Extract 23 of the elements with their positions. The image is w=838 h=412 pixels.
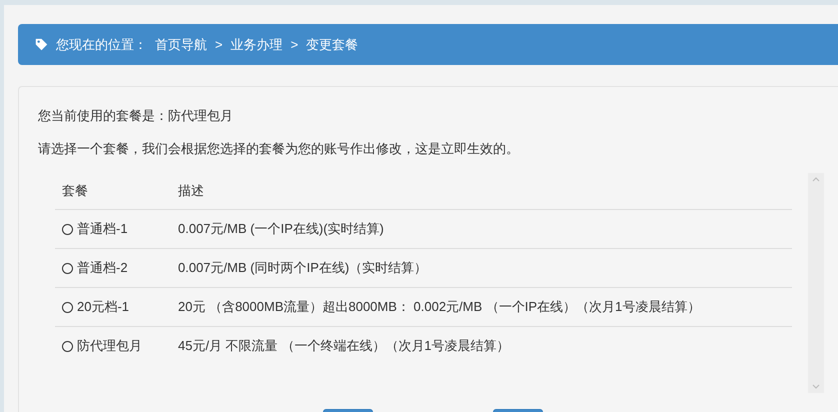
instruction-text: 请选择一个套餐，我们会根据您选择的套餐为您的账号作出修改，这是立即生效的。 <box>38 140 520 158</box>
breadcrumb-link[interactable]: 变更套餐 <box>306 36 358 54</box>
plan-description: 45元/月 不限流量 （一个终端在线）（次月1号凌晨结算） <box>178 337 510 355</box>
column-header: 描述 <box>178 182 204 200</box>
plan-name: 普通档-1 <box>77 220 128 238</box>
radio-button[interactable] <box>62 262 73 274</box>
plan-name: 20元档-1 <box>77 298 130 316</box>
breadcrumb-link[interactable]: 首页导航 <box>155 36 207 54</box>
radio-button[interactable] <box>62 224 73 234</box>
breadcrumb-label: 您现在的位置： <box>56 36 147 54</box>
breadcrumb-link[interactable]: 业务办理 <box>230 36 283 54</box>
radio-button[interactable] <box>62 340 73 352</box>
tag-icon <box>35 38 48 51</box>
breadcrumb-separator: > <box>290 37 298 52</box>
breadcrumb-separator: > <box>215 37 223 52</box>
column-header: 套餐 <box>62 182 88 200</box>
plan-description: 0.007元/MB (同时两个IP在线)（实时结算） <box>178 259 428 277</box>
plan-name: 普通档-2 <box>77 259 128 277</box>
plan-name: 防代理包月 <box>77 337 142 355</box>
current-plan-text: 您当前使用的套餐是：防代理包月 <box>38 107 234 125</box>
plan-description: 0.007元/MB (一个IP在线)(实时结算) <box>178 220 384 238</box>
plan-description: 20元 （含8000MB流量）超出8000MB： 0.002元/MB （一个IP在线）（次月1号凌晨结算） <box>178 298 700 316</box>
radio-button[interactable] <box>62 302 73 312</box>
